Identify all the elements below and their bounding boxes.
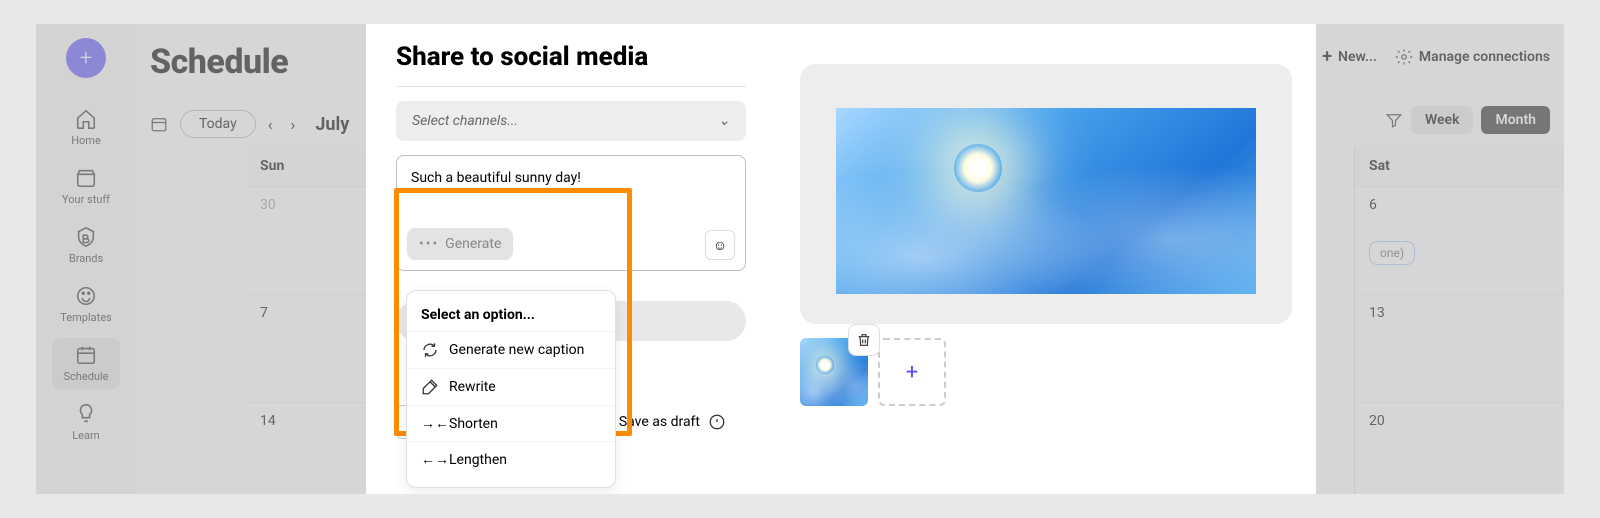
channel-select[interactable]: Select channels...⌄	[396, 101, 746, 141]
lengthen-icon: ←→	[421, 451, 439, 468]
dropdown-item-shorten[interactable]: →←Shorten	[407, 405, 615, 441]
dropdown-item-rewrite[interactable]: Rewrite	[407, 368, 615, 405]
chevron-down-icon: ⌄	[718, 113, 730, 129]
save-draft-button[interactable]: Save as draft	[619, 413, 726, 431]
shorten-icon: →←	[421, 415, 439, 432]
dropdown-item-lengthen[interactable]: ←→Lengthen	[407, 441, 615, 477]
emoji-button[interactable]: ☺	[705, 230, 735, 260]
generate-dropdown: Select an option... Generate new caption…	[406, 290, 616, 488]
dropdown-header: Select an option...	[407, 301, 615, 331]
add-media-button[interactable]: +	[878, 338, 946, 406]
dropdown-item-generate[interactable]: Generate new caption	[407, 331, 615, 368]
post-preview	[800, 64, 1292, 324]
modal-title: Share to social media	[396, 42, 746, 72]
delete-media-button[interactable]	[848, 324, 880, 356]
